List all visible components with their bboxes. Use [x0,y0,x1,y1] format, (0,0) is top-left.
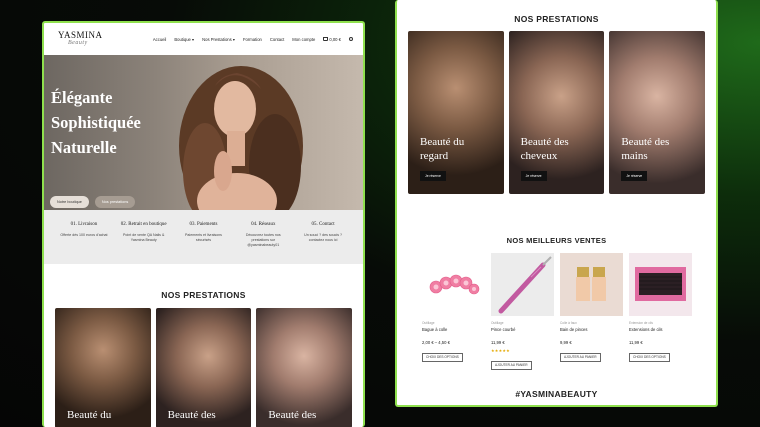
product-name[interactable]: Bague à colle [422,327,485,332]
add-to-cart-button[interactable]: AJOUTER AU PANIER [560,352,601,362]
homepage-bottom-screenshot: NOS PRESTATIONS Beauté du regard Je rése… [395,0,718,407]
homepage-top-screenshot: YASMINA Beauty Accueil Boutique ▾ Nos Pr… [42,21,365,427]
book-button[interactable]: Je réserve [520,171,547,181]
product-name[interactable]: Bain de pinces [560,327,623,332]
chevron-down-icon: ▾ [232,36,235,42]
services-button[interactable]: Nos prestations [94,196,136,208]
main-nav: Accueil Boutique ▾ Nos Prestations ▾ For… [153,37,353,42]
hashtag-title: #YASMINABEAUTY [515,389,598,399]
product-card[interactable]: Outillage Pince courbé 11,99 € ★★★★★ AJO… [491,253,554,371]
cart-button[interactable]: 0,00 € [323,37,341,42]
services-title-right: NOS PRESTATIONS [514,14,599,24]
hero-model-image [179,66,303,210]
product-card[interactable]: Extension de cils Extensions de cils 11,… [629,253,692,371]
services-title: NOS PRESTATIONS [161,290,246,300]
site-logo[interactable]: YASMINA Beauty [58,31,102,47]
product-image[interactable] [629,253,692,316]
chevron-down-icon: ▾ [192,36,195,42]
nav-boutique[interactable]: Boutique ▾ [174,37,194,42]
site-header: YASMINA Beauty Accueil Boutique ▾ Nos Pr… [44,23,363,55]
product-card[interactable]: Colle à faux Bain de pinces 9,99 € AJOUT… [560,253,623,371]
product-card[interactable]: Outillage Bague à colle 2,00 € – 4,50 € … [422,253,485,371]
service-card-cheveux[interactable]: Beauté des [155,308,252,427]
choose-options-button[interactable]: CHOIX DES OPTIONS [629,352,670,362]
book-button[interactable]: Je réserve [420,171,446,181]
service-card-regard[interactable]: Beauté du [55,308,151,427]
nav-formation[interactable]: Formation [243,37,262,42]
product-name[interactable]: Extensions de cils [629,327,692,332]
rating-stars: ★★★★★ [491,348,510,353]
service-card-mains[interactable]: Beauté des [256,308,353,427]
product-price: 11,99 € [491,340,505,345]
shop-button[interactable]: Notre boutique [50,196,89,208]
product-price: 2,00 € – 4,50 € [422,340,450,345]
add-to-cart-button[interactable]: AJOUTER AU PANIER [491,360,532,370]
feature-reseaux: 04. Réseaux Découvrez toutes nos prestat… [245,222,281,247]
search-icon[interactable] [349,37,353,41]
hero-title: Élégante Sophistiquée Naturelle [51,88,141,157]
nav-mon-compte[interactable]: Mon compte [292,37,315,42]
choose-options-button[interactable]: CHOIX DES OPTIONS [422,352,463,362]
product-grid: Outillage Bague à colle 2,00 € – 4,50 € … [397,253,716,371]
service-card-mains[interactable]: Beauté des mains Je réserve [609,31,706,194]
feature-contact: 05. Contact Un souci ? des soucis ? cont… [304,222,343,242]
product-image[interactable] [491,253,554,316]
nav-accueil[interactable]: Accueil [153,37,167,42]
service-card-regard[interactable]: Beauté du regard Je réserve [408,31,504,194]
product-name[interactable]: Pince courbé [491,327,554,332]
hero-banner: Élégante Sophistiquée Naturelle Notre bo… [44,55,363,210]
book-button[interactable]: Je réserve [621,171,648,181]
bestsellers-title: NOS MEILLEURS VENTES [506,236,607,245]
services-cards-right: Beauté du regard Je réserve Beauté des c… [397,31,716,194]
nav-prestations[interactable]: Nos Prestations ▾ [202,37,235,42]
services-cards: Beauté du Beauté des Beauté des [44,308,363,427]
feature-paiements: 03. Paiements Paiements et livraisons sé… [185,222,222,242]
features-strip: 01. Livraison Offerte dès 100 euros d'ac… [44,210,363,264]
feature-livraison: 01. Livraison Offerte dès 100 euros d'ac… [60,222,108,237]
cart-icon [323,37,329,42]
feature-retrait: 02. Retrait en boutique Point de vente Q… [120,222,167,242]
product-image[interactable] [560,253,623,316]
product-image[interactable] [422,253,485,316]
service-card-cheveux[interactable]: Beauté des cheveux Je réserve [508,31,605,194]
product-price: 11,99 € [629,340,643,345]
nav-contact[interactable]: Contact [270,37,284,42]
product-price: 9,99 € [560,340,572,345]
